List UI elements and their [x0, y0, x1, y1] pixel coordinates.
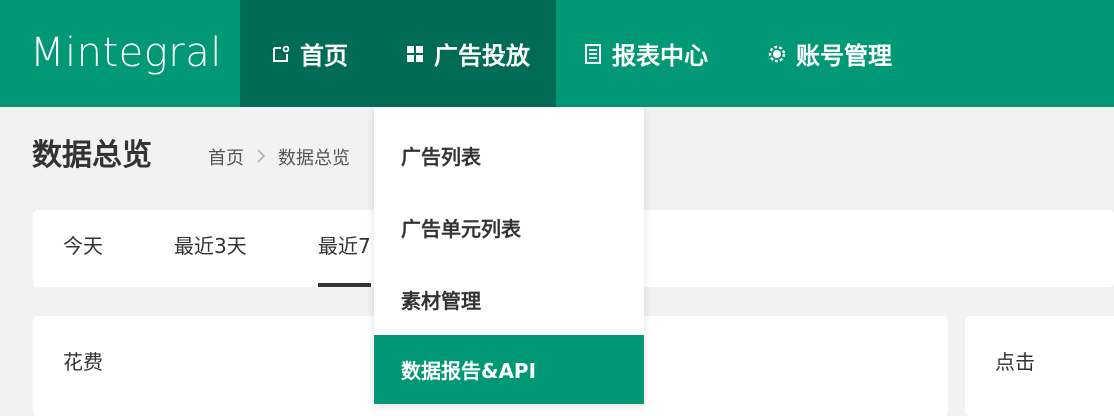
breadcrumb: 首页 数据总览: [208, 145, 350, 169]
metric-spend-label: 花费: [63, 350, 103, 374]
breadcrumb-home-link[interactable]: 首页: [208, 144, 244, 170]
nav-item-home[interactable]: 首页: [240, 0, 378, 107]
metric-card-clicks: 点击: [965, 316, 1114, 416]
tab-last-7-days[interactable]: 最近7: [318, 210, 371, 287]
ads-dropdown-menu: 广告列表 广告单元列表 素材管理 数据报告&API: [374, 107, 644, 404]
document-icon: [582, 43, 604, 65]
chevron-right-icon: [256, 148, 266, 167]
nav-item-home-label: 首页: [300, 42, 348, 70]
top-navigation-bar: Mintegral 首页 广告投放 报表中心 账号管理: [0, 0, 1114, 107]
menu-item-data-report-api[interactable]: 数据报告&API: [374, 335, 644, 404]
grid-icon: [404, 43, 426, 65]
menu-item-ad-list[interactable]: 广告列表: [374, 119, 644, 191]
nav-item-account-label: 账号管理: [796, 42, 892, 70]
gear-icon: [766, 43, 788, 65]
nav-item-ads-label: 广告投放: [434, 42, 530, 70]
tab-last-3-days[interactable]: 最近3天: [174, 210, 247, 287]
mintegral-logo[interactable]: Mintegral: [30, 28, 221, 78]
menu-item-ad-unit-list[interactable]: 广告单元列表: [374, 191, 644, 263]
nav-item-reports-label: 报表中心: [612, 42, 708, 70]
tab-today[interactable]: 今天: [63, 210, 103, 287]
menu-item-creative-management[interactable]: 素材管理: [374, 263, 644, 335]
nav-item-account[interactable]: 账号管理: [734, 0, 924, 107]
home-icon: [270, 43, 292, 65]
nav-item-ads[interactable]: 广告投放: [378, 0, 556, 107]
breadcrumb-current: 数据总览: [278, 148, 350, 169]
metric-clicks-label: 点击: [995, 350, 1035, 374]
nav-item-reports[interactable]: 报表中心: [556, 0, 734, 107]
page-title: 数据总览: [32, 138, 152, 173]
